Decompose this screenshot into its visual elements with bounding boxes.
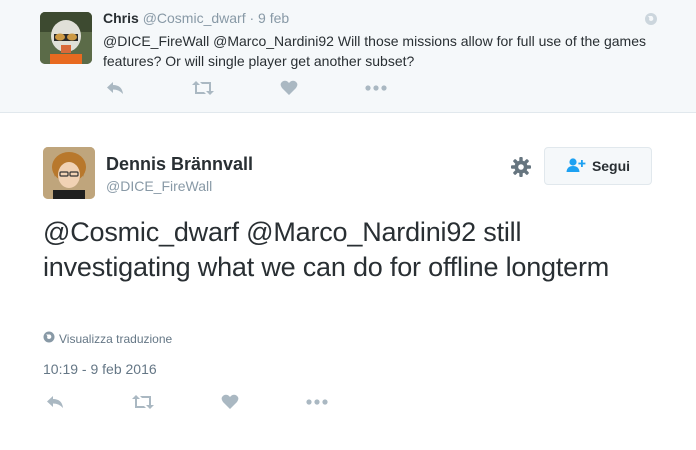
follow-label: Segui [591,158,631,174]
globe-icon [43,331,55,346]
more-icon[interactable] [305,399,329,405]
tweet-text: @DICE_FireWall @Marco_Nardini92 Will tho… [103,33,646,69]
avatar[interactable] [40,12,92,64]
retweet-icon[interactable] [191,80,215,96]
separator: · [249,10,255,26]
author-username[interactable]: @DICE_FireWall [106,178,212,194]
tweet-actions [43,394,329,410]
gear-icon[interactable] [510,156,532,178]
reply-icon[interactable] [103,80,127,96]
translate-link[interactable]: Visualizza traduzione [43,331,172,346]
follow-button[interactable]: Segui [544,147,652,185]
reply-tweet[interactable]: Chris @Cosmic_dwarf · 9 feb @DICE_FireWa… [0,0,696,113]
reply-icon[interactable] [43,394,67,410]
retweet-icon[interactable] [131,394,155,410]
author-name[interactable]: Chris [103,10,139,26]
author-fullname[interactable]: Dennis Brännvall [106,154,253,175]
tweet-time[interactable]: 9 feb [258,10,289,26]
tweet-actions [103,80,388,96]
globe-icon [644,12,658,26]
avatar[interactable] [43,147,95,199]
add-user-icon [566,157,586,176]
tweet-timestamp[interactable]: 10:19 - 9 feb 2016 [43,361,157,377]
more-icon[interactable] [364,85,388,91]
translate-label: Visualizza traduzione [59,331,173,346]
tweet-text: @Cosmic_dwarf @Marco_Nardini92 still inv… [43,217,610,282]
author-handle[interactable]: @Cosmic_dwarf [143,10,246,26]
like-icon[interactable] [218,394,242,410]
reply-header: Chris @Cosmic_dwarf · 9 feb [103,10,289,27]
like-icon[interactable] [277,80,301,96]
